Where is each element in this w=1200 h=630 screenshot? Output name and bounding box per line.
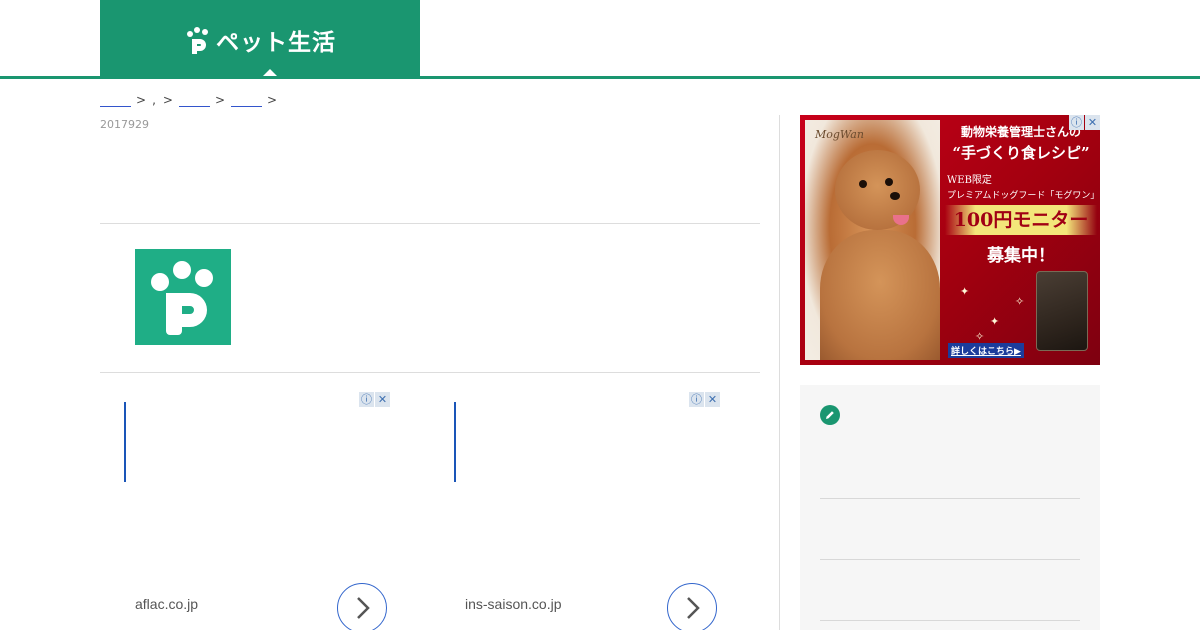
dog-body <box>820 230 940 360</box>
dog-nose <box>890 192 900 200</box>
ad-accent-bar <box>454 402 456 482</box>
site-logo[interactable]: ペット生活 <box>100 0 420 79</box>
content-divider <box>100 223 760 224</box>
ad-choices[interactable]: ⓘ ✕ <box>1069 115 1100 130</box>
ad-domain[interactable]: aflac.co.jp <box>135 596 198 612</box>
breadcrumb-dot: , <box>152 93 156 107</box>
sidebar-divider <box>779 115 780 630</box>
ad-close-icon[interactable]: ✕ <box>705 392 720 407</box>
sparkle-icon: ✦ <box>990 315 1000 328</box>
ad-open-button[interactable] <box>337 583 387 630</box>
breadcrumb-link-subcategory[interactable] <box>231 93 263 107</box>
logo-text: ペット生活 <box>216 29 336 56</box>
product-bag <box>1036 271 1088 351</box>
ad-choices[interactable]: ⓘ ✕ <box>359 392 390 407</box>
sidebar-panel <box>800 385 1100 630</box>
breadcrumb-separator: > <box>162 93 173 107</box>
sparkle-icon: ✧ <box>1015 295 1025 308</box>
ad-open-button[interactable] <box>667 583 717 630</box>
header-divider <box>0 76 1200 79</box>
sidebar-rule <box>820 498 1080 499</box>
sidebar-ad-banner[interactable]: MogWan 動物栄養管理士さんの “手づくり食レシピ” WEB限定 プレミアム… <box>800 115 1100 365</box>
sidebar-rule <box>820 620 1080 621</box>
ad-headline-2: “手づくり食レシピ” <box>952 144 1090 162</box>
ad-details-link[interactable]: 詳しくはこちら▶ <box>948 343 1024 358</box>
ad-unit[interactable]: ⓘ ✕ aflac.co.jp <box>100 392 390 630</box>
paw-p-logo-icon <box>151 261 213 335</box>
ad-choices[interactable]: ⓘ ✕ <box>689 392 720 407</box>
breadcrumb-link-home[interactable] <box>100 93 131 107</box>
breadcrumb-separator: > <box>214 93 226 107</box>
ad-unit[interactable]: ⓘ ✕ ins-saison.co.jp <box>430 392 720 630</box>
sidebar-rule <box>820 559 1080 560</box>
post-date: 2017929 <box>100 118 149 131</box>
ad-info-icon[interactable]: ⓘ <box>689 392 704 407</box>
sparkle-icon: ✦ <box>960 285 970 298</box>
ad-copy: 動物栄養管理士さんの “手づくり食レシピ” WEB限定 プレミアムドッグフード「… <box>945 121 1100 266</box>
paw-logo-icon <box>187 26 208 54</box>
ad-info-icon[interactable]: ⓘ <box>1069 115 1084 130</box>
ad-close-icon[interactable]: ✕ <box>1085 115 1100 130</box>
ad-close-icon[interactable]: ✕ <box>375 392 390 407</box>
author-avatar[interactable] <box>135 249 231 345</box>
breadcrumb-link-category[interactable] <box>178 93 210 107</box>
breadcrumb-separator: > <box>136 93 147 107</box>
sparkle-icon: ✧ <box>975 330 985 343</box>
content-divider <box>100 372 760 373</box>
ad-subline-1: WEB限定 <box>947 175 992 186</box>
pencil-icon <box>820 405 840 425</box>
ad-info-icon[interactable]: ⓘ <box>359 392 374 407</box>
breadcrumb-separator: > <box>267 93 278 107</box>
site-header: ペット生活 <box>0 0 1200 80</box>
chevron-right-icon <box>357 597 370 619</box>
dog-tongue <box>893 215 909 225</box>
ad-price-banner: 100円モニター <box>945 205 1097 235</box>
breadcrumb: > , > > > <box>100 89 283 107</box>
chevron-right-icon <box>687 597 700 619</box>
ad-subline-2: プレミアムドッグフード「モグワン」 <box>947 191 1100 201</box>
ad-brand-logo: MogWan <box>815 128 864 141</box>
dog-eye <box>859 180 867 188</box>
ad-recruiting: 募集中！ <box>987 246 1055 266</box>
ad-domain[interactable]: ins-saison.co.jp <box>465 596 562 612</box>
dog-photo: MogWan <box>805 120 940 360</box>
ad-accent-bar <box>124 402 126 482</box>
dog-eye <box>885 178 893 186</box>
